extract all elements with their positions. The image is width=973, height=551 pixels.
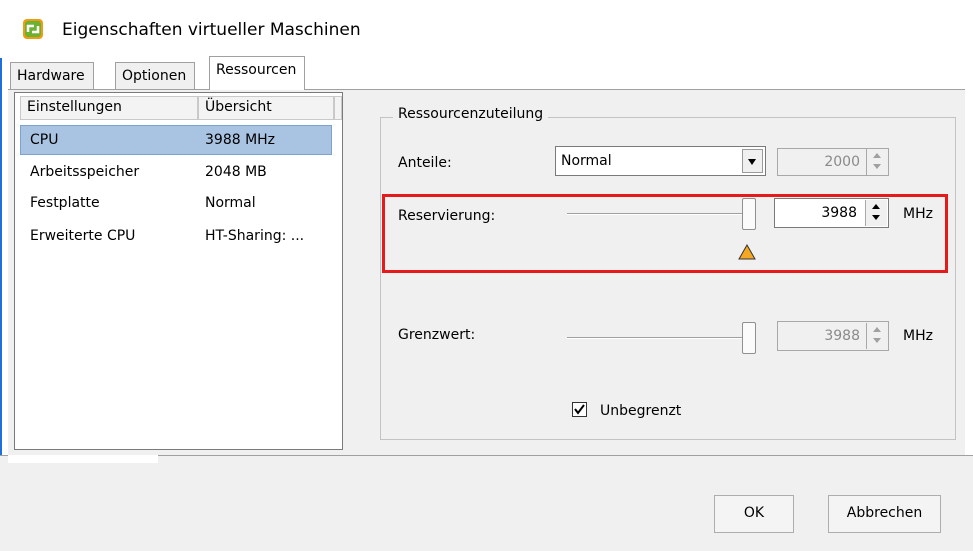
spin-down-icon — [873, 164, 881, 169]
list-bottom-edge — [8, 455, 158, 463]
limit-slider-track — [567, 337, 752, 339]
limit-label: Grenzwert: — [398, 327, 476, 343]
spin-up-icon — [873, 327, 881, 332]
list-item-advanced-cpu-name[interactable]: Erweiterte CPU — [30, 228, 135, 244]
window-title: Eigenschaften virtueller Maschinen — [62, 20, 361, 40]
limit-spinbox: 3988 — [777, 321, 889, 351]
limit-unit: MHz — [903, 328, 933, 344]
vsphere-vm-icon — [22, 18, 44, 40]
limit-slider-thumb — [742, 322, 756, 354]
list-item-disk-value: Normal — [205, 195, 256, 211]
unlimited-checkbox[interactable] — [572, 402, 587, 417]
shares-label: Anteile: — [398, 155, 452, 171]
shares-value: 2000 — [824, 154, 860, 170]
column-header-spacer — [334, 96, 342, 120]
shares-select-value: Normal — [561, 153, 612, 169]
list-row-selected[interactable] — [20, 125, 332, 155]
cancel-button[interactable]: Abbrechen — [828, 495, 941, 533]
list-item-memory-name[interactable]: Arbeitsspeicher — [30, 164, 139, 180]
checkmark-icon — [574, 404, 585, 415]
tab-optionen[interactable]: Optionen — [115, 62, 196, 90]
list-item-cpu-name[interactable]: CPU — [30, 132, 58, 148]
shares-dropdown-button[interactable] — [742, 149, 763, 173]
tab-ressourcen[interactable]: Ressourcen — [209, 56, 306, 90]
column-header-overview[interactable]: Übersicht — [198, 96, 334, 120]
tab-hardware[interactable]: Hardware — [10, 62, 94, 90]
shares-spinbox: 2000 — [777, 148, 889, 176]
limit-value: 3988 — [824, 328, 860, 344]
group-title: Ressourcenzuteilung — [393, 106, 549, 122]
limit-spin-buttons — [866, 323, 888, 349]
spin-up-icon — [873, 153, 881, 158]
list-item-disk-name[interactable]: Festplatte — [30, 195, 100, 211]
list-item-cpu-value: 3988 MHz — [205, 132, 276, 148]
list-item-advanced-cpu-value: HT-Sharing: ... — [205, 228, 305, 244]
shares-spin-buttons — [866, 149, 888, 175]
ok-button[interactable]: OK — [714, 495, 794, 533]
list-item-memory-value: 2048 MB — [205, 164, 267, 180]
chevron-down-icon — [748, 159, 756, 165]
spin-down-icon — [873, 338, 881, 343]
column-header-settings[interactable]: Einstellungen — [20, 96, 198, 120]
reservation-highlight-box — [382, 194, 948, 273]
unlimited-label[interactable]: Unbegrenzt — [600, 403, 681, 419]
